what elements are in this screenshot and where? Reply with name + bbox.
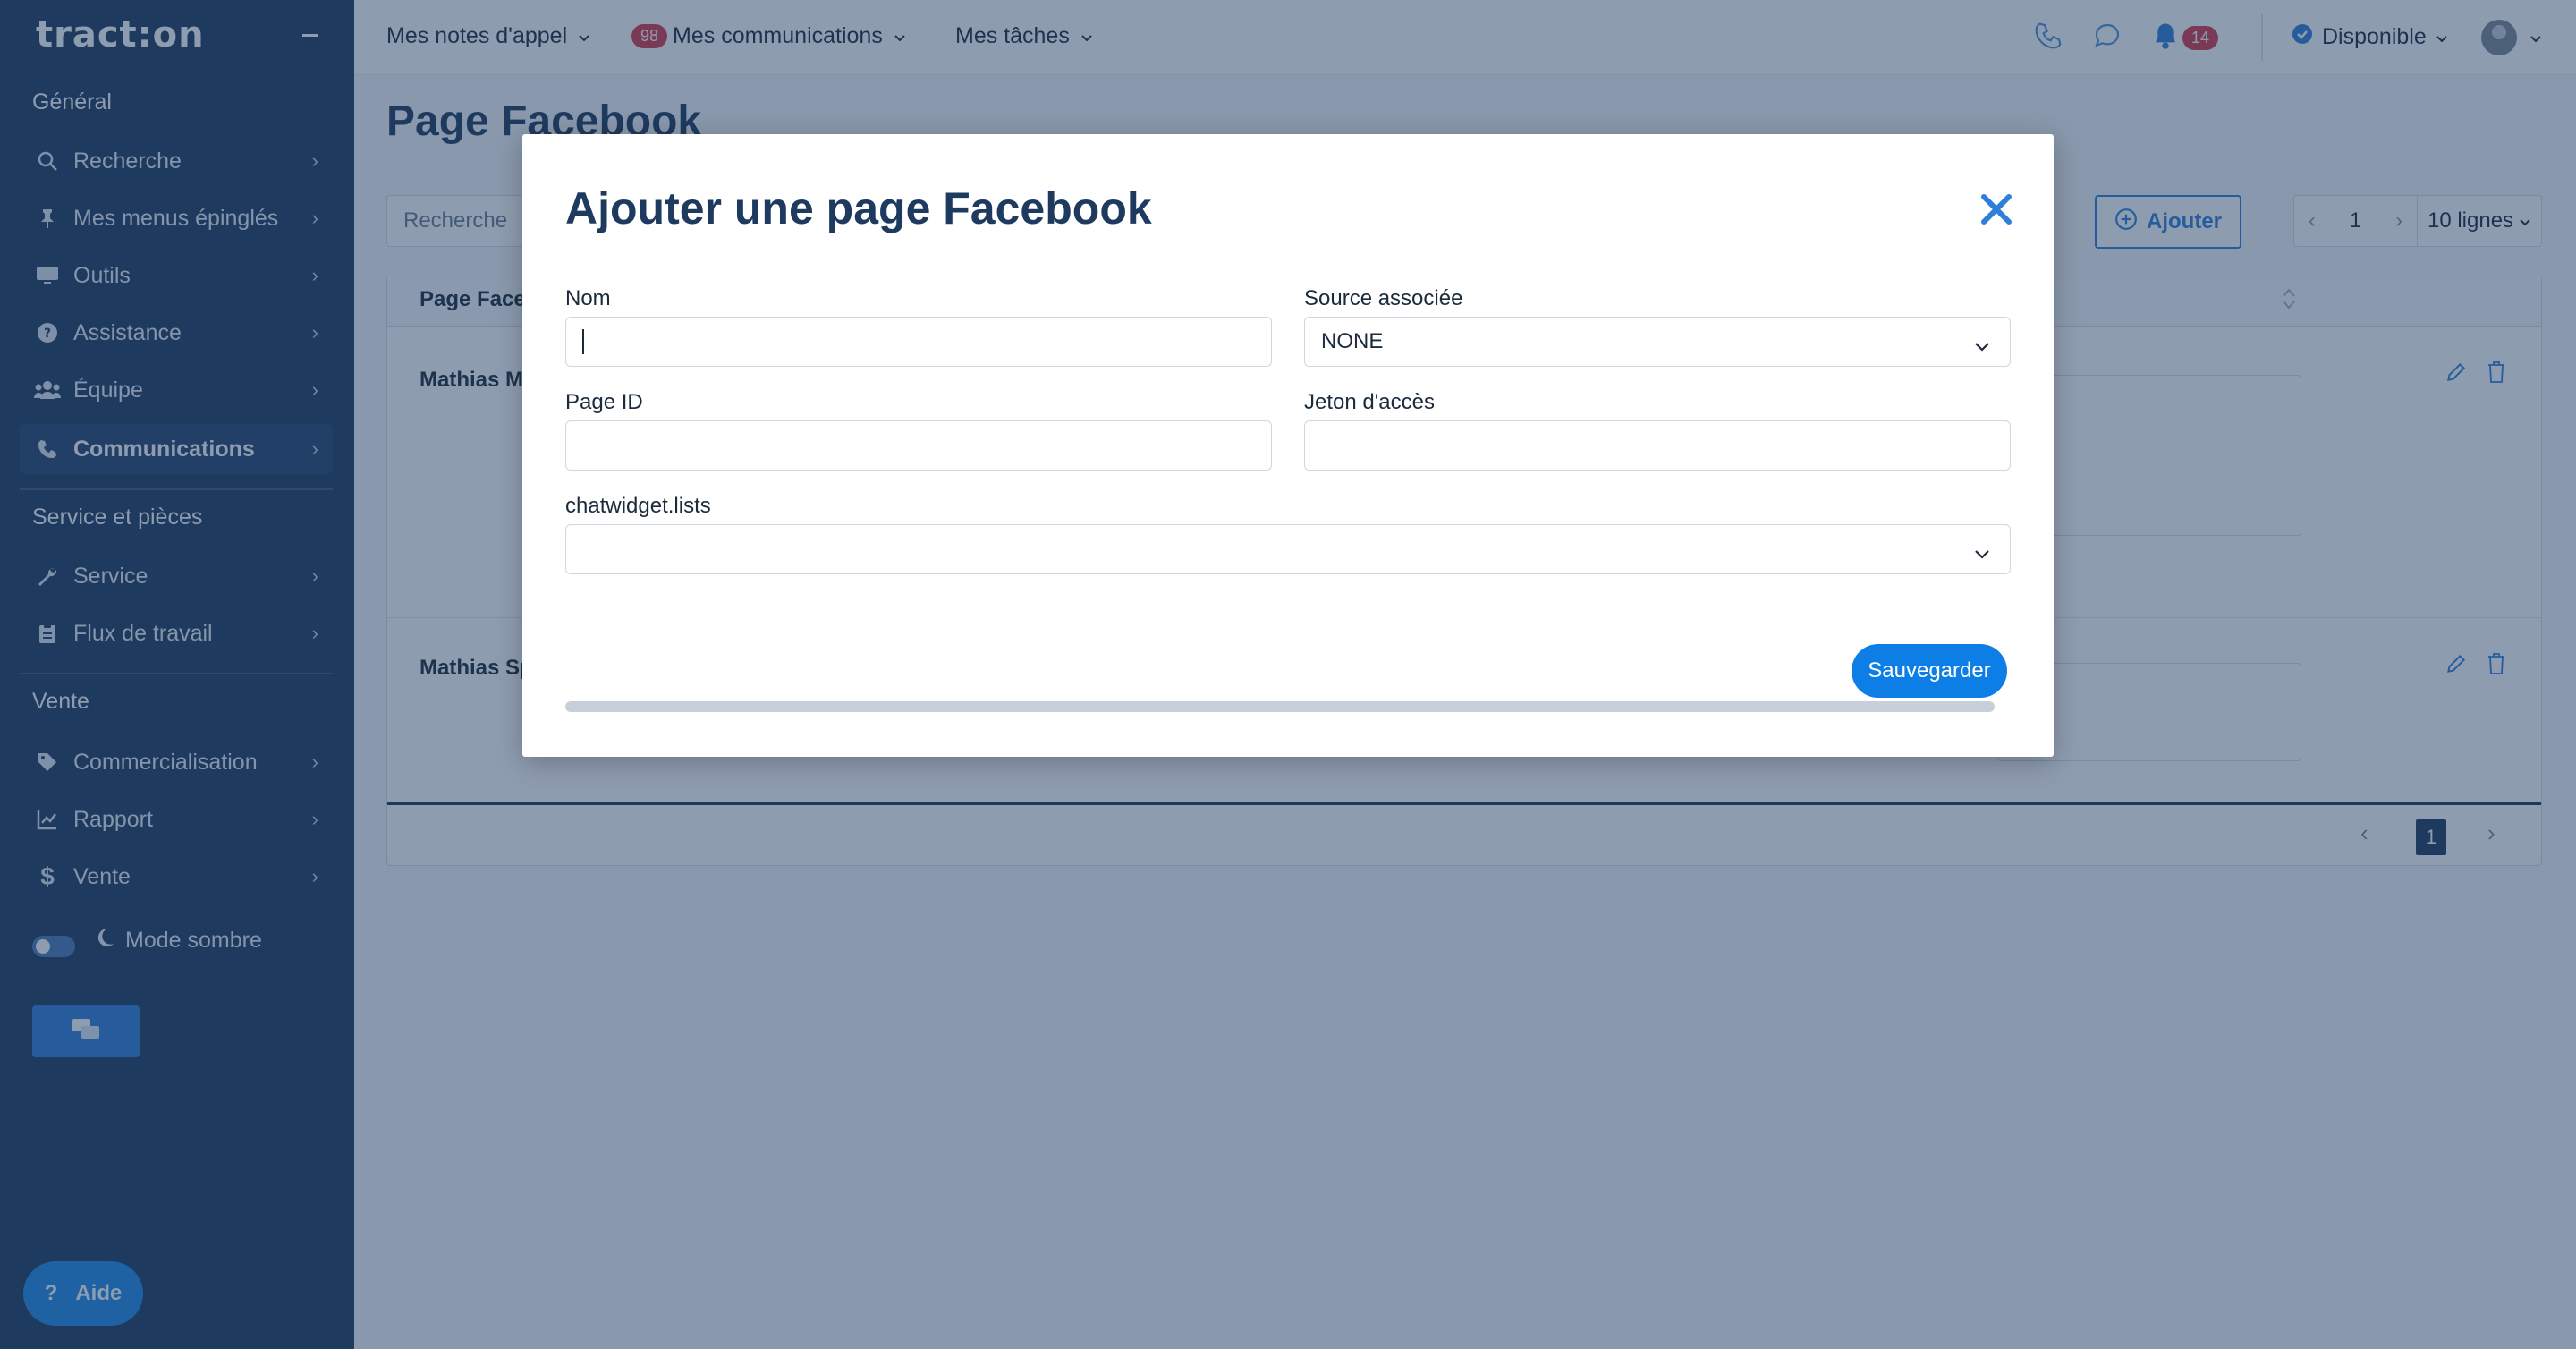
- token-label: Jeton d'accès: [1304, 390, 1436, 414]
- token-input[interactable]: [1304, 420, 2011, 471]
- close-icon[interactable]: [1977, 190, 2016, 229]
- source-label: Source associée: [1304, 286, 1463, 310]
- page-id-input[interactable]: [565, 420, 1272, 471]
- page-id-label: Page ID: [565, 390, 643, 414]
- progress-bar: [565, 701, 1995, 712]
- source-value: NONE: [1321, 329, 1384, 353]
- source-select[interactable]: NONE: [1304, 317, 2011, 367]
- nom-input[interactable]: [565, 317, 1272, 367]
- modal-title: Ajouter une page Facebook: [565, 183, 1152, 233]
- progress-fill: [565, 701, 1995, 712]
- lists-select[interactable]: [565, 524, 2011, 574]
- nom-label: Nom: [565, 286, 611, 310]
- chevron-down-icon: [1974, 334, 1990, 359]
- save-button[interactable]: Sauvegarder: [1852, 644, 2007, 698]
- lists-label: chatwidget.lists: [565, 494, 711, 518]
- chevron-down-icon: [1974, 541, 1990, 566]
- text-caret: [582, 329, 584, 354]
- add-facebook-page-modal: Ajouter une page Facebook Nom Source ass…: [522, 134, 2054, 757]
